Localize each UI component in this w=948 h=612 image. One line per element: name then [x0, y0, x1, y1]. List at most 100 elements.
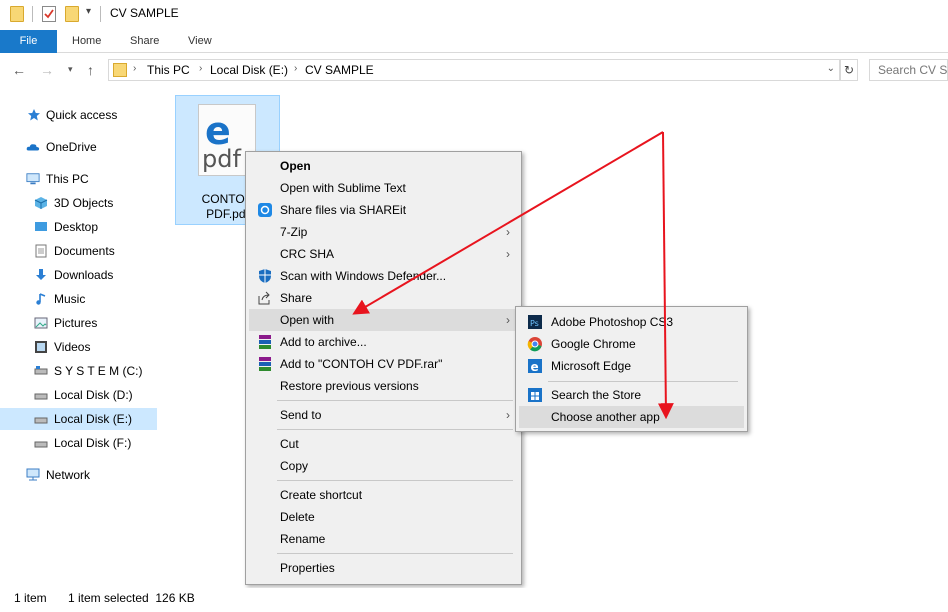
star-icon: [28, 109, 40, 121]
nav-item-videos[interactable]: Videos: [0, 336, 157, 358]
selection-info: 1 item selected 126 KB: [68, 591, 195, 605]
nav-item-network[interactable]: Network: [0, 464, 157, 486]
nav-label: Documents: [54, 244, 115, 258]
nav-label: S Y S T E M (C:): [54, 364, 143, 378]
refresh-icon[interactable]: ↻: [840, 59, 858, 81]
nav-label: Videos: [54, 340, 91, 354]
menu-item-create-shortcut[interactable]: Create shortcut: [249, 484, 518, 506]
tab-home[interactable]: Home: [72, 30, 101, 53]
nav-item-quick-access[interactable]: Quick access: [0, 104, 157, 126]
nav-label: Local Disk (E:): [54, 412, 133, 426]
nav-item-documents[interactable]: Documents: [0, 240, 157, 262]
documents-icon: [35, 244, 47, 258]
nav-item-local-disk-e[interactable]: Local Disk (E:): [0, 408, 157, 430]
cloud-icon: [26, 144, 40, 151]
photoshop-icon: Ps: [528, 315, 542, 329]
chevron-right-icon[interactable]: ›: [294, 63, 297, 74]
search-placeholder: Search CV SA: [878, 63, 948, 77]
menu-separator: [548, 381, 738, 382]
nav-item-music[interactable]: Music: [0, 288, 157, 310]
menu-item-open-with[interactable]: Open with ›: [249, 309, 518, 331]
new-folder-icon[interactable]: [65, 6, 79, 22]
divider: [100, 6, 101, 22]
shareit-icon: [258, 203, 272, 217]
menu-item-add-to-archive[interactable]: Add to archive...: [249, 331, 518, 353]
nav-label: Local Disk (D:): [54, 388, 133, 402]
menu-item-scan-defender[interactable]: Scan with Windows Defender...: [249, 265, 518, 287]
breadcrumb-local-disk-e[interactable]: Local Disk (E:): [210, 63, 288, 77]
nav-item-desktop[interactable]: Desktop: [0, 216, 157, 238]
videos-icon: [35, 341, 47, 353]
submenu-item-search-store[interactable]: Search the Store: [519, 384, 744, 406]
chrome-icon: [527, 337, 542, 352]
window-title: CV SAMPLE: [110, 6, 179, 20]
item-count: 1 item: [14, 591, 47, 605]
nav-label: Network: [46, 468, 91, 482]
submenu-item-choose-another-app[interactable]: Choose another app: [519, 406, 744, 428]
menu-item-share[interactable]: Share: [249, 287, 518, 309]
nav-item-3d-objects[interactable]: 3D Objects: [0, 192, 157, 214]
breadcrumb-cv-sample[interactable]: CV SAMPLE: [305, 63, 374, 77]
store-icon: [528, 388, 542, 402]
chevron-right-icon: ›: [506, 408, 510, 422]
chevron-right-icon[interactable]: ›: [133, 63, 136, 74]
chevron-right-icon: ›: [506, 247, 510, 261]
forward-arrow-icon[interactable]: →: [40, 62, 54, 78]
menu-separator: [277, 480, 513, 481]
chevron-right-icon: ›: [506, 313, 510, 327]
nav-label: Downloads: [54, 268, 114, 282]
menu-item-open[interactable]: Open: [249, 155, 518, 177]
chevron-right-icon[interactable]: ›: [199, 63, 202, 74]
menu-separator: [277, 553, 513, 554]
submenu-item-photoshop[interactable]: Ps Adobe Photoshop CS3: [519, 311, 744, 333]
chevron-right-icon: ›: [506, 225, 510, 239]
menu-item-crc-sha[interactable]: CRC SHA ›: [249, 243, 518, 265]
edge-icon: e: [528, 359, 542, 374]
menu-item-cut[interactable]: Cut: [249, 433, 518, 455]
menu-item-send-to[interactable]: Send to ›: [249, 404, 518, 426]
submenu-item-edge[interactable]: e Microsoft Edge: [519, 355, 744, 377]
nav-item-local-disk-d[interactable]: Local Disk (D:): [0, 384, 157, 406]
menu-item-copy[interactable]: Copy: [249, 455, 518, 477]
menu-separator: [277, 429, 513, 430]
customize-toolbar-icon[interactable]: ▾: [86, 6, 91, 17]
search-input[interactable]: Search CV SA: [869, 59, 948, 81]
navigation-pane: Quick access OneDrive This PC 3D Objects…: [0, 90, 165, 585]
recent-locations-icon[interactable]: ▾: [68, 64, 73, 75]
back-arrow-icon[interactable]: ←: [12, 62, 26, 78]
nav-label: Music: [54, 292, 86, 306]
menu-item-delete[interactable]: Delete: [249, 506, 518, 528]
menu-item-add-to-rar[interactable]: Add to "CONTOH CV PDF.rar": [249, 353, 518, 375]
nav-item-system-c[interactable]: S Y S T E M (C:): [0, 360, 157, 382]
address-bar[interactable]: › This PC › Local Disk (E:) › CV SAMPLE …: [108, 59, 840, 81]
menu-separator: [277, 400, 513, 401]
tab-file[interactable]: File: [0, 30, 57, 53]
menu-item-rename[interactable]: Rename: [249, 528, 518, 550]
menu-item-open-with-sublime[interactable]: Open with Sublime Text: [249, 177, 518, 199]
network-icon: [26, 468, 40, 481]
tab-share[interactable]: Share: [130, 30, 159, 53]
nav-item-pictures[interactable]: Pictures: [0, 312, 157, 334]
menu-item-restore-previous[interactable]: Restore previous versions: [249, 375, 518, 397]
properties-icon[interactable]: [42, 6, 56, 22]
defender-icon: [259, 269, 271, 283]
open-with-submenu: Ps Adobe Photoshop CS3 Google Chrome e M…: [515, 306, 748, 432]
drive-icon: [34, 366, 48, 375]
menu-item-shareit[interactable]: Share files via SHAREit: [249, 199, 518, 221]
svg-text:e: e: [531, 360, 539, 374]
drive-icon: [34, 393, 48, 400]
nav-item-onedrive[interactable]: OneDrive: [0, 136, 157, 158]
nav-item-local-disk-f[interactable]: Local Disk (F:): [0, 432, 157, 454]
nav-label: This PC: [46, 172, 89, 186]
nav-item-downloads[interactable]: Downloads: [0, 264, 157, 286]
chevron-down-icon[interactable]: ⌄: [827, 63, 835, 74]
up-arrow-icon[interactable]: ↑: [87, 62, 94, 78]
submenu-item-chrome[interactable]: Google Chrome: [519, 333, 744, 355]
share-icon: [258, 291, 270, 305]
breadcrumb-this-pc[interactable]: This PC: [147, 63, 190, 77]
menu-item-properties[interactable]: Properties: [249, 557, 518, 579]
context-menu: Open Open with Sublime Text Share files …: [245, 151, 522, 585]
tab-view[interactable]: View: [188, 30, 212, 53]
menu-item-7zip[interactable]: 7-Zip ›: [249, 221, 518, 243]
nav-item-this-pc[interactable]: This PC: [0, 168, 157, 190]
